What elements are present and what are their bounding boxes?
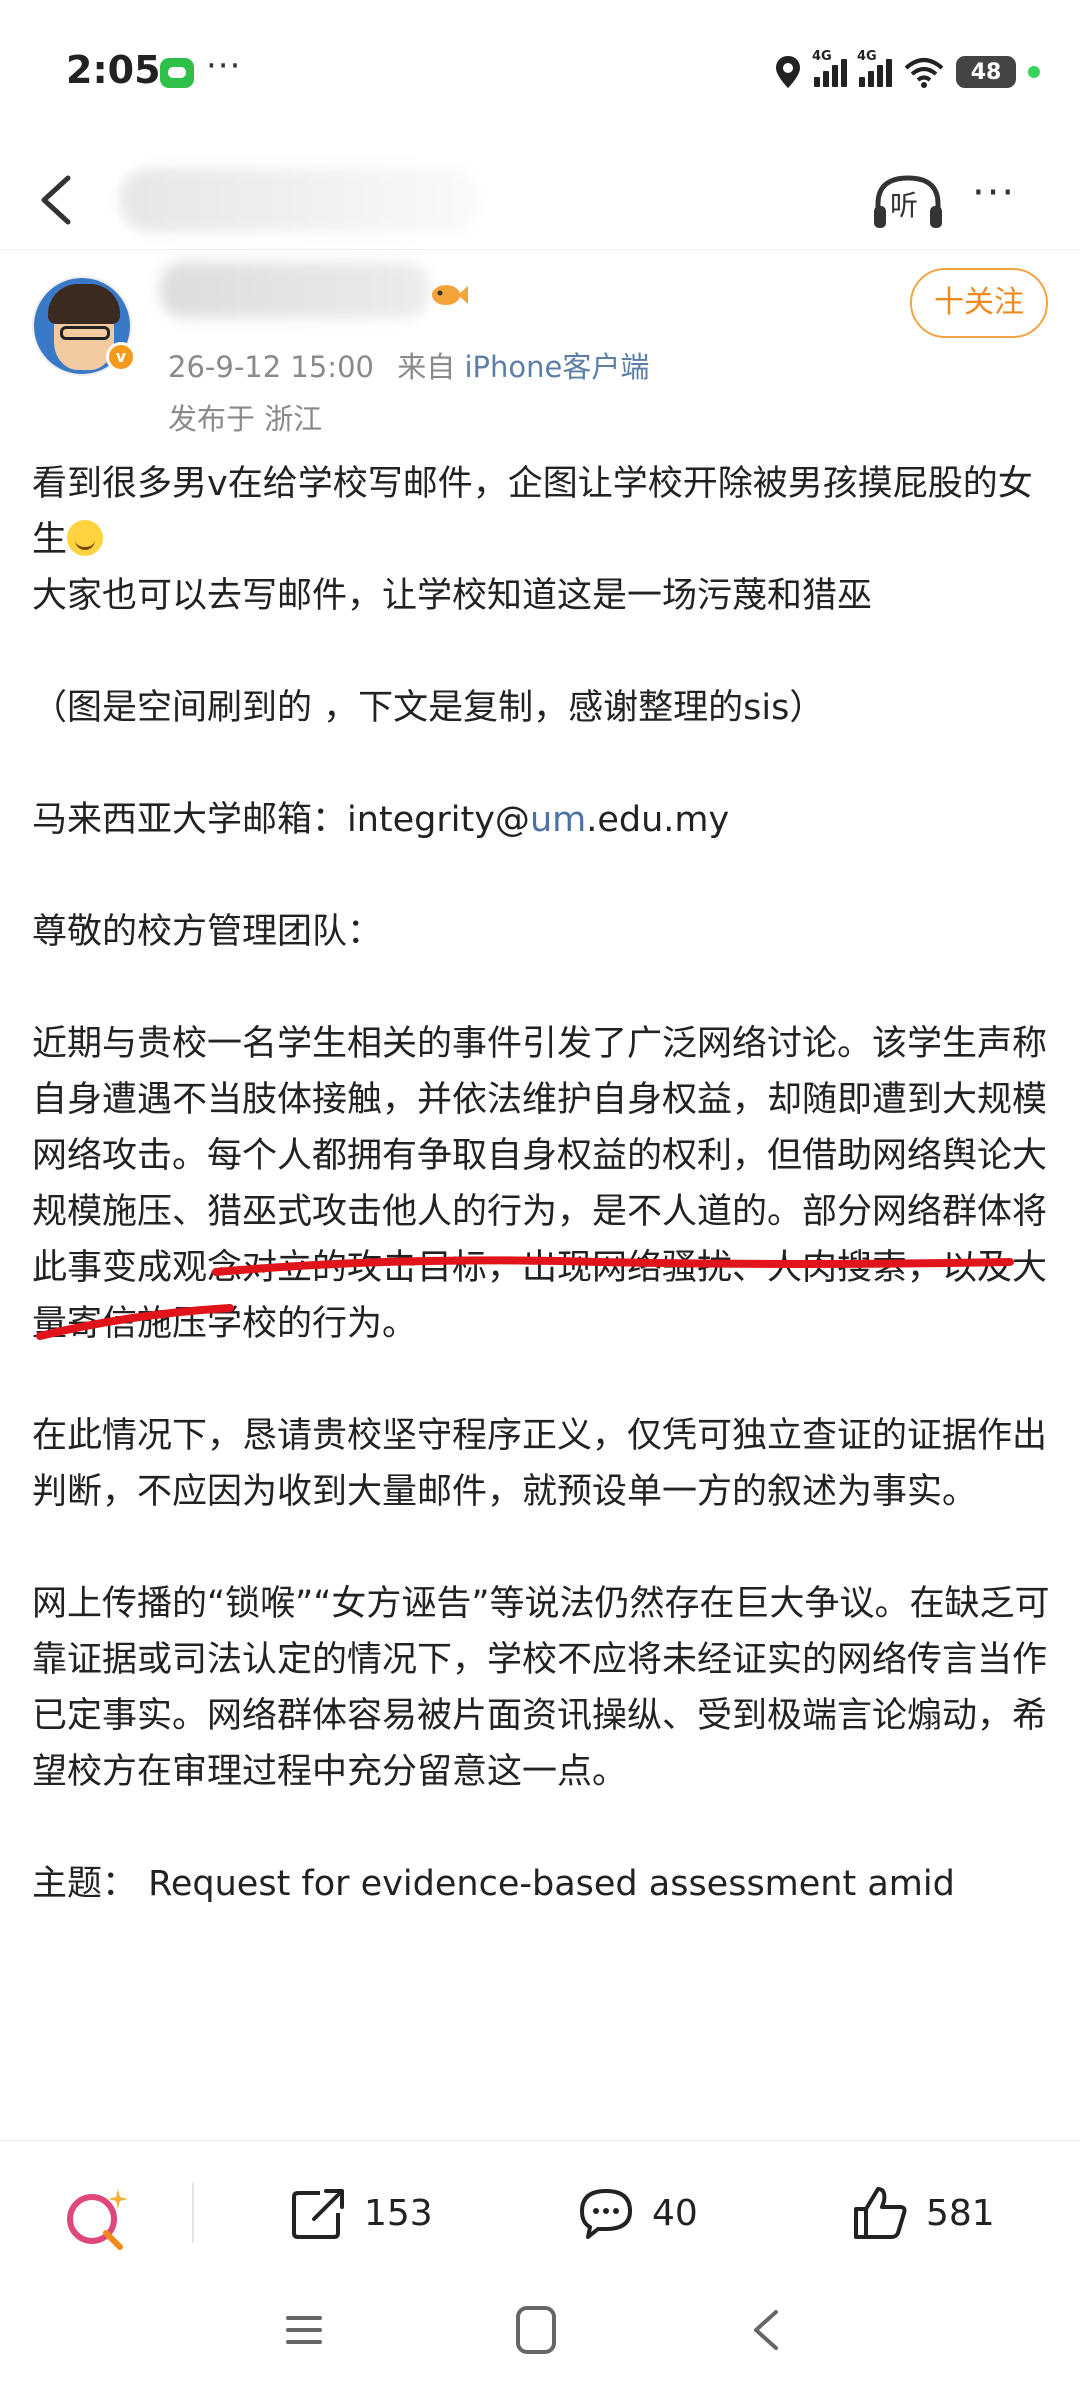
- paragraph-email: 马来西亚大学邮箱：integrity@um.edu.my: [32, 800, 730, 840]
- system-navigation-bar: [0, 2280, 1080, 2402]
- back-arrow-icon[interactable]: [32, 172, 82, 228]
- message-notification-icon: [160, 58, 194, 88]
- ai-search-icon[interactable]: [62, 2185, 132, 2251]
- status-indicators: 4G 4G 48: [774, 49, 1040, 94]
- action-separator: [192, 2183, 194, 2243]
- signal-icon-1: 4G: [812, 49, 847, 87]
- recent-apps-icon[interactable]: [284, 2310, 324, 2350]
- blurred-username[interactable]: [160, 262, 430, 318]
- action-bar: 153 40 581: [0, 2140, 1080, 2280]
- post-time: 26-9-12 15:00: [168, 350, 374, 384]
- paragraph-9: 主题： Request for evidence-based assessmen…: [32, 1864, 955, 1904]
- status-more-icon: ···: [206, 46, 242, 86]
- battery-icon: 48: [956, 56, 1016, 88]
- home-icon[interactable]: [514, 2304, 558, 2356]
- location-icon: [776, 56, 800, 88]
- follow-button[interactable]: 十关注: [910, 268, 1048, 338]
- status-bar: 2:05 ··· 4G 4G 48: [0, 0, 1080, 150]
- blurred-title: [120, 168, 480, 232]
- post-body: 看到很多男v在给学校写邮件，企图让学校开除被男孩摸屁股的女生 大家也可以去写邮件…: [32, 456, 1052, 1912]
- paragraph-8: 网上传播的“锁喉”“女方诬告”等说法仍然存在巨大争议。在缺乏可靠证据或司法认定的…: [32, 1584, 1050, 1792]
- paragraph-7: 在此情况下，恳请贵校坚守程序正义，仅凭可独立查证的证据作出判断，不应因为收到大量…: [32, 1416, 1048, 1512]
- top-navigation: 听 ···: [0, 150, 1080, 250]
- share-icon: [292, 2189, 344, 2239]
- status-time: 2:05: [66, 48, 161, 92]
- paragraph-3: （图是空间刷到的 ，下文是复制，感谢整理的sis）: [32, 688, 825, 728]
- post-region: 发布于 浙江: [168, 402, 323, 436]
- more-options-icon[interactable]: ···: [972, 170, 1016, 216]
- verified-badge-icon: v: [106, 342, 136, 372]
- paragraph-2: 大家也可以去写邮件，让学校知道这是一场污蔑和猎巫: [32, 576, 873, 616]
- share-count: 153: [364, 2192, 433, 2234]
- paragraph-1: 看到很多男v在给学校写邮件，企图让学校开除被男孩摸屁股的女生: [32, 464, 1033, 560]
- comment-count: 40: [652, 2192, 698, 2234]
- email-link[interactable]: um: [530, 800, 586, 840]
- thumbs-up-icon: [854, 2187, 907, 2239]
- post-source-prefix: 来自: [397, 350, 456, 384]
- post-meta: 26-9-12 15:00 来自 iPhone客户端: [168, 344, 649, 386]
- paragraph-salutation: 尊敬的校方管理团队：: [32, 912, 383, 952]
- listen-label[interactable]: 听: [890, 184, 918, 224]
- system-back-icon[interactable]: [748, 2308, 784, 2352]
- like-count: 581: [926, 2192, 995, 2234]
- privacy-indicator: [1028, 66, 1040, 78]
- post-source[interactable]: iPhone客户端: [464, 350, 649, 384]
- fish-badge-icon: [432, 285, 468, 305]
- like-button[interactable]: 581: [850, 2181, 995, 2245]
- share-button[interactable]: 153: [288, 2181, 433, 2245]
- signal-icon-2: 4G: [857, 49, 892, 87]
- sweat-smile-emoji-icon: [67, 520, 104, 556]
- comment-button[interactable]: 40: [576, 2181, 698, 2245]
- paragraph-6: 近期与贵校一名学生相关的事件引发了广泛网络讨论。该学生声称自身遭遇不当肢体接触，…: [32, 1024, 1048, 1344]
- wifi-icon: [904, 58, 944, 88]
- comment-icon: [580, 2189, 632, 2239]
